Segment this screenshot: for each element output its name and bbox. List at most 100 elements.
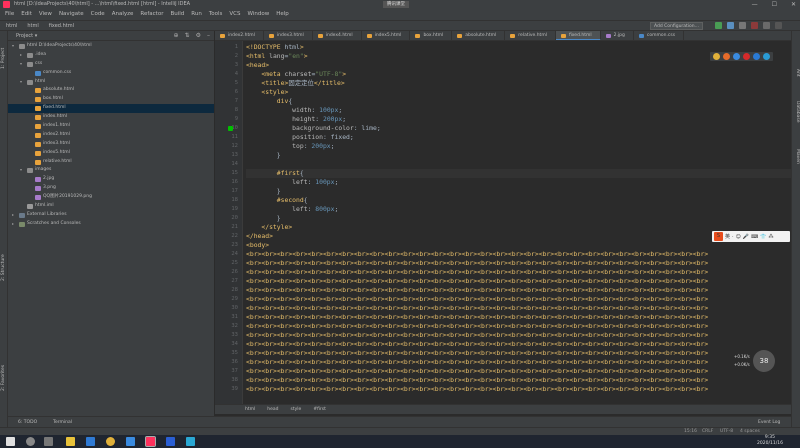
tree-node[interactable]: common.css [8, 69, 214, 78]
intellij-taskbar-icon[interactable] [145, 436, 156, 447]
app3-icon[interactable] [186, 437, 195, 446]
menu-item-code[interactable]: Code [91, 9, 105, 20]
tab-absolute-html[interactable]: absolute.html [452, 31, 506, 40]
tree-node[interactable]: fixed.html [8, 104, 214, 114]
system-clock[interactable]: 9:35 2020/11/16 [757, 435, 783, 447]
tree-node[interactable]: index.html [8, 113, 214, 122]
tab-index5-html[interactable]: index5.html [362, 31, 411, 40]
tab-index3-html[interactable]: index3.html [264, 31, 313, 40]
menu-item-navigate[interactable]: Navigate [59, 9, 84, 20]
ime-item[interactable]: 🎤 [743, 234, 749, 240]
windows-start-icon[interactable] [6, 437, 15, 446]
ime-item[interactable]: · [732, 234, 734, 240]
project-structure-icon[interactable] [763, 22, 770, 29]
minimize-button[interactable]: — [752, 0, 758, 9]
tree-node[interactable]: index5.html [8, 149, 214, 158]
menu-item-analyze[interactable]: Analyze [112, 9, 134, 20]
ime-item[interactable]: ⌨ [751, 234, 758, 240]
tree-node[interactable]: 3.png [8, 184, 214, 193]
sogou-logo[interactable]: S [714, 232, 723, 241]
tree-node[interactable]: QQ图片20191029.png [8, 193, 214, 202]
tree-node[interactable]: ▾ images [8, 166, 214, 175]
tab-fixed-html[interactable]: fixed.html [555, 31, 601, 40]
menu-item-tools[interactable]: Tools [209, 9, 223, 20]
run-icon[interactable] [715, 22, 722, 29]
chevron-down-icon[interactable]: ▾ [20, 60, 22, 69]
tool-database[interactable]: Database [795, 101, 800, 122]
coverage-icon[interactable] [739, 22, 746, 29]
edge-icon[interactable] [763, 53, 770, 60]
editor-breadcrumb-item[interactable]: head [267, 405, 278, 414]
ie-icon[interactable] [753, 53, 760, 60]
tree-node[interactable]: 2.jpg [8, 175, 214, 184]
tree-node[interactable]: ▾ css [8, 60, 214, 69]
menu-item-help[interactable]: Help [276, 9, 289, 20]
tree-node[interactable]: relative.html [8, 158, 214, 167]
firefox-icon[interactable] [723, 53, 730, 60]
breadcrumb-item[interactable]: fixed.html [49, 21, 74, 31]
menu-item-build[interactable]: Build [170, 9, 184, 20]
tab-common-css[interactable]: common.css [634, 31, 685, 40]
collapse-icon[interactable]: ⇅ [185, 31, 190, 41]
search-icon[interactable] [775, 22, 782, 29]
tree-node[interactable]: index2.html [8, 131, 214, 140]
menu-item-file[interactable]: File [5, 9, 14, 20]
tab-box-html[interactable]: box.html [410, 31, 453, 40]
tree-node[interactable]: ▾ html [8, 78, 214, 87]
tree-node[interactable]: ▸ Scratches and Consoles [8, 220, 214, 229]
breadcrumb-item[interactable]: html [27, 21, 38, 31]
add-configuration-button[interactable]: Add Configuration... [650, 22, 703, 30]
tree-node[interactable]: absolute.html [8, 86, 214, 95]
ime-item[interactable]: 英 [725, 233, 730, 240]
tool-maven[interactable]: Maven [795, 149, 800, 164]
tree-node[interactable]: index1.html [8, 122, 214, 131]
menu-item-view[interactable]: View [39, 9, 52, 20]
chevron-right-icon[interactable]: ▸ [20, 51, 22, 60]
hide-icon[interactable]: – [207, 31, 210, 41]
chevron-right-icon[interactable]: ▸ [12, 211, 14, 220]
app-icon[interactable] [126, 437, 135, 446]
ime-item[interactable]: ☺ [736, 234, 741, 240]
editor-breadcrumb-item[interactable]: style [291, 405, 302, 414]
maximize-button[interactable]: ☐ [772, 0, 777, 9]
opera-icon[interactable] [743, 53, 750, 60]
menu-item-run[interactable]: Run [191, 9, 202, 20]
chevron-down-icon[interactable]: ▾ [20, 78, 22, 87]
project-panel-title[interactable]: Project [16, 33, 33, 39]
chrome-icon[interactable] [713, 53, 720, 60]
tool-favorites[interactable]: 2: Favorites [1, 365, 6, 391]
chrome-icon[interactable] [106, 437, 115, 446]
tool-structure[interactable]: 2: Structure [1, 254, 6, 281]
app2-icon[interactable] [166, 437, 175, 446]
task-view-icon[interactable] [44, 437, 53, 446]
safari-icon[interactable] [733, 53, 740, 60]
chevron-down-icon[interactable]: ▾ [12, 42, 14, 51]
tool-project[interactable]: 1: Project [1, 48, 6, 69]
code-area[interactable]: <!DOCTYPE html> <html lang="en"> <head> <m… [246, 41, 791, 404]
chevron-right-icon[interactable]: ▸ [12, 220, 14, 229]
breadcrumb-item[interactable]: html [6, 21, 17, 31]
menu-item-vcs[interactable]: VCS [229, 9, 240, 20]
tab-index2-html[interactable]: index2.html [215, 31, 264, 40]
menu-item-window[interactable]: Window [248, 9, 270, 20]
stop-icon[interactable] [751, 22, 758, 29]
ime-item[interactable]: ⁂ [769, 234, 774, 240]
tab-2-jpg[interactable]: 2.jpg [601, 31, 634, 40]
tree-node[interactable]: box.html [8, 95, 214, 104]
edge-icon[interactable] [86, 437, 95, 446]
tab-index4-html[interactable]: index4.html [313, 31, 362, 40]
tab-relative-html[interactable]: relative.html [505, 31, 556, 40]
tree-node[interactable]: html.iml [8, 202, 214, 211]
gear-icon[interactable]: ⚙ [196, 31, 201, 41]
editor-breadcrumb-item[interactable]: html [245, 405, 255, 414]
menu-item-edit[interactable]: Edit [21, 9, 32, 20]
tree-node[interactable]: ▸ External Libraries [8, 211, 214, 220]
chevron-down-icon[interactable]: ▾ [20, 166, 22, 175]
search-icon[interactable] [26, 437, 35, 446]
tree-node[interactable]: ▸ .idea [8, 51, 214, 60]
tree-node[interactable]: index3.html [8, 140, 214, 149]
close-button[interactable]: ✕ [791, 0, 796, 9]
tool-ant[interactable]: Ant [795, 69, 800, 77]
tree-node[interactable]: ▾ html D:\IdeaProjects\40\html [8, 42, 214, 51]
editor-breadcrumb-item[interactable]: #first [313, 405, 326, 414]
